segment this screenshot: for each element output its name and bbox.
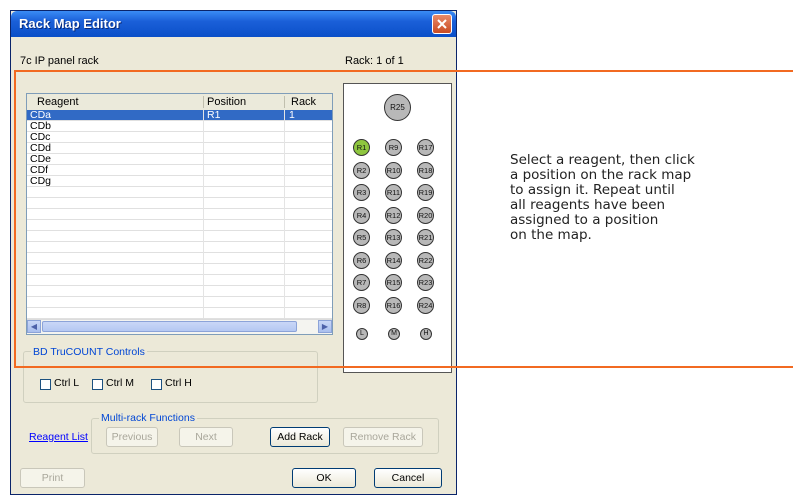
reagent-table[interactable]: Reagent Position Rack CDa R1 1 CDb CDc CDd CDe… [26,93,333,335]
ctrl-l-label: Ctrl L [54,377,80,389]
rack-position-r24[interactable]: R24 [417,296,434,314]
rack-name-label: 7c IP panel rack [20,55,99,67]
close-button[interactable] [432,14,452,34]
rack-position-r5[interactable]: R5 [353,229,370,246]
table-row[interactable] [27,209,332,220]
window-title: Rack Map Editor [19,16,121,31]
cell-reagent: CDg [30,175,52,187]
rack-counter-label: Rack: 1 of 1 [345,55,404,67]
trucount-group-label: BD TruCOUNT Controls [31,346,147,358]
rack-position-r21[interactable]: R21 [417,229,434,246]
cell-position: R1 [207,109,221,121]
next-button[interactable]: Next [179,427,233,447]
rack-position-r22[interactable]: R22 [417,251,434,269]
table-row[interactable] [27,286,332,297]
column-gridline [203,110,204,318]
table-row[interactable] [27,297,332,308]
print-button[interactable]: Print [20,468,85,488]
rack-position-r15[interactable]: R15 [385,274,402,291]
remove-rack-button[interactable]: Remove Rack [343,427,423,447]
rack-position-r4[interactable]: R4 [353,206,370,224]
rack-position-r10[interactable]: R10 [385,161,402,179]
table-row[interactable]: CDd [27,142,332,154]
table-row[interactable]: CDg [27,175,332,187]
instruction-callout: Select a reagent, then click a position … [510,152,695,243]
rack-position-r19[interactable]: R19 [417,184,434,201]
ctrl-m-checkbox[interactable] [92,379,103,390]
table-row[interactable]: CDe [27,153,332,165]
table-row[interactable]: CDf [27,164,332,176]
ok-button[interactable]: OK [292,468,356,488]
ctrl-h-label: Ctrl H [165,377,192,389]
scrollbar-thumb[interactable] [42,321,297,332]
rack-position-h[interactable]: H [420,328,432,340]
scroll-right-button[interactable]: ▶ [318,320,332,333]
close-icon [437,19,447,29]
rack-position-r14[interactable]: R14 [385,251,402,269]
rack-position-r12[interactable]: R12 [385,206,402,224]
rack-position-r7[interactable]: R7 [353,274,370,291]
table-row[interactable] [27,308,332,319]
table-row[interactable] [27,253,332,264]
add-rack-button[interactable]: Add Rack [270,427,330,447]
rack-position-r13[interactable]: R13 [385,229,402,246]
column-header-reagent[interactable]: Reagent [37,96,79,108]
table-header: Reagent Position Rack [27,94,332,111]
ctrl-m-label: Ctrl M [106,377,134,389]
rack-position-l[interactable]: L [356,328,368,340]
rack-position-r2[interactable]: R2 [353,161,370,179]
rack-map: R25 R1 R2 R3 R4 R5 R6 R7 R8 R9 R10 R11 R12 R13 R14 R15… [343,83,452,373]
rack-position-r18[interactable]: R18 [417,161,434,179]
rack-position-r16[interactable]: R16 [385,296,402,314]
rack-position-r9[interactable]: R9 [385,139,402,156]
rack-position-r11[interactable]: R11 [385,184,402,201]
table-row[interactable]: CDa R1 1 [27,109,332,121]
column-header-rack[interactable]: Rack [291,96,316,108]
ctrl-l-checkbox[interactable] [40,379,51,390]
column-gridline [284,110,285,318]
rack-position-r8[interactable]: R8 [353,296,370,314]
reagent-list-link[interactable]: Reagent List [29,431,88,443]
table-row[interactable] [27,264,332,275]
column-header-position[interactable]: Position [207,96,246,108]
rack-position-r25[interactable]: R25 [384,94,411,121]
cell-rack: 1 [289,109,295,121]
rack-position-r20[interactable]: R20 [417,206,434,224]
ctrl-h-checkbox[interactable] [151,379,162,390]
previous-button[interactable]: Previous [106,427,158,447]
horizontal-scrollbar[interactable]: ◀ ▶ [27,319,332,334]
table-row[interactable] [27,198,332,209]
rack-position-r23[interactable]: R23 [417,274,434,291]
column-divider [284,96,285,108]
rack-position-r1[interactable]: R1 [353,139,370,156]
table-row[interactable]: CDb [27,120,332,132]
cancel-button[interactable]: Cancel [374,468,442,488]
rack-position-r6[interactable]: R6 [353,251,370,269]
table-row[interactable]: CDc [27,131,332,143]
multirack-group-label: Multi-rack Functions [99,412,197,424]
rack-position-m[interactable]: M [388,328,400,340]
table-row[interactable] [27,242,332,253]
rack-position-r17[interactable]: R17 [417,139,434,156]
table-row[interactable] [27,187,332,198]
table-row[interactable] [27,231,332,242]
scroll-left-button[interactable]: ◀ [27,320,41,333]
rack-position-r3[interactable]: R3 [353,184,370,201]
table-row[interactable] [27,275,332,286]
rack-map-editor-window: Rack Map Editor 7c IP panel rack Rack: 1… [10,10,457,495]
column-divider [203,96,204,108]
table-row[interactable] [27,220,332,231]
title-bar[interactable]: Rack Map Editor [11,11,456,37]
